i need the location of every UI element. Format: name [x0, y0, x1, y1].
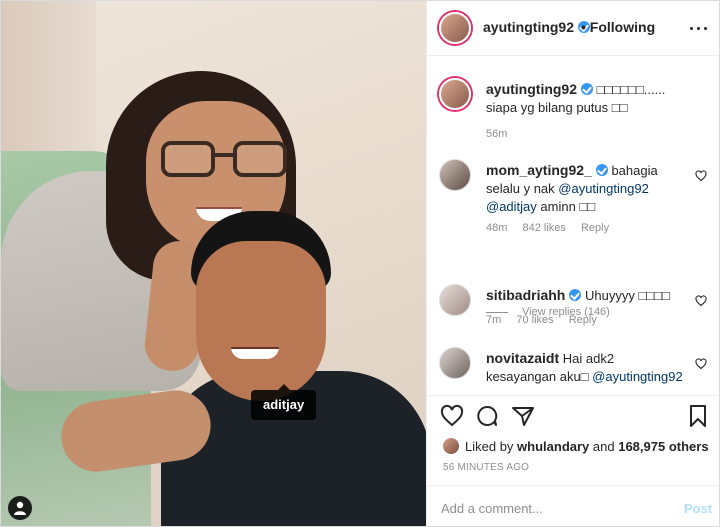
comment-body: novitazaidt Hai adk2 kesayangan aku□ @ay… — [486, 349, 686, 386]
reply-button[interactable]: Reply — [581, 222, 609, 234]
caption-username[interactable]: ayutingting92 — [486, 81, 577, 97]
follow-status[interactable]: • Following — [581, 19, 655, 35]
liker-username[interactable]: whulandary — [517, 439, 589, 454]
photo-user-tag[interactable]: aditjay — [251, 384, 317, 420]
verified-icon — [595, 164, 608, 176]
comment-body: sitibadriahh Uhuyyyy □□□□ — [486, 286, 686, 305]
caption-meta: 56m — [486, 128, 519, 140]
post-side-panel: ayutingting92 • Following ayutingting92 … — [426, 1, 719, 526]
liker-avatar — [443, 438, 459, 454]
comment-text: Uhuyyyy □□□□ — [584, 288, 670, 303]
comment-likes[interactable]: 842 likes — [522, 222, 565, 234]
comment-meta: 7m 70 likes Reply — [486, 314, 609, 326]
heart-icon[interactable] — [695, 357, 707, 370]
comment-time: 48m — [486, 222, 508, 234]
comment-username[interactable]: novitazaidt — [486, 350, 559, 366]
verified-icon — [581, 83, 594, 95]
comment-avatar[interactable] — [439, 347, 471, 379]
heart-icon[interactable] — [695, 294, 707, 307]
comment-icon[interactable] — [475, 404, 501, 430]
owner-username[interactable]: ayutingting92 — [483, 19, 574, 35]
caption-body: ayutingting92 □□□□□□...... siapa yg bila… — [486, 80, 686, 117]
comment-body: mom_ayting92_ bahagia selalu y nak @ayut… — [486, 161, 686, 216]
owner-avatar[interactable] — [439, 12, 471, 44]
follow-status-label: Following — [589, 19, 656, 35]
bookmark-icon[interactable] — [686, 404, 712, 430]
comment-text-end: aminn □□ — [536, 199, 596, 214]
post-actions: Liked by whulandary and 168,975 others 5… — [427, 395, 719, 480]
more-icon[interactable] — [690, 27, 710, 31]
likes-prefix: Liked by — [465, 439, 518, 454]
post-photo[interactable]: aditjay — [1, 1, 426, 526]
comment-likes[interactable]: 70 likes — [516, 314, 553, 326]
photo-man-face — [196, 241, 326, 401]
share-icon[interactable] — [511, 404, 537, 430]
likes-summary[interactable]: Liked by whulandary and 168,975 others — [443, 438, 709, 454]
photo-glasses — [161, 141, 289, 181]
reply-button[interactable]: Reply — [569, 314, 597, 326]
verified-icon — [569, 289, 582, 301]
heart-icon[interactable] — [440, 404, 466, 430]
comment-username[interactable]: mom_ayting92_ — [486, 162, 592, 178]
likes-count[interactable]: 168,975 others — [618, 439, 708, 454]
photo-man-smile — [231, 347, 279, 359]
add-comment-bar: Add a comment... Post — [427, 485, 719, 526]
comment-avatar[interactable] — [439, 159, 471, 191]
comment-username[interactable]: sitibadriahh — [486, 287, 565, 303]
caption-avatar[interactable] — [439, 78, 471, 110]
post-comment-button[interactable]: Post — [684, 501, 712, 516]
post-header: ayutingting92 • Following — [427, 1, 719, 56]
post-timestamp: 56 MINUTES AGO — [443, 462, 530, 473]
comment-mentions[interactable]: @ayutingting92 — [592, 369, 683, 384]
user-tag-icon[interactable] — [8, 496, 32, 520]
comment-input[interactable]: Add a comment... — [441, 501, 543, 516]
instagram-post-window: aditjay ayutingting92 • Following ayutin… — [0, 0, 720, 527]
comment-avatar[interactable] — [439, 284, 471, 316]
caption-time: 56m — [486, 128, 508, 140]
comments-list[interactable]: ayutingting92 □□□□□□...... siapa yg bila… — [427, 57, 719, 395]
likes-middle: and — [589, 439, 619, 454]
heart-icon[interactable] — [695, 169, 707, 182]
comment-time: 7m — [486, 314, 502, 326]
comment-meta: 48m 842 likes Reply — [486, 222, 621, 234]
